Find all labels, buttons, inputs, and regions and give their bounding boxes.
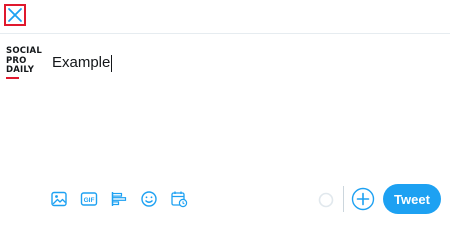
logo-line-3: DAILY xyxy=(6,65,35,75)
compose-header xyxy=(0,0,450,34)
text-caret xyxy=(111,54,113,72)
toolbar-divider xyxy=(343,186,344,212)
schedule-icon xyxy=(171,191,188,208)
image-icon xyxy=(51,191,67,207)
svg-text:GIF: GIF xyxy=(84,197,95,204)
emoji-icon xyxy=(141,191,157,207)
add-gif-button[interactable]: GIF xyxy=(78,188,100,210)
add-emoji-button[interactable] xyxy=(138,188,160,210)
schedule-button[interactable] xyxy=(168,188,190,210)
close-icon xyxy=(8,8,22,22)
account-logo[interactable]: SOCIAL PRO DAILY xyxy=(6,46,44,79)
plus-circle-icon xyxy=(351,187,375,211)
compose-text: Example xyxy=(52,54,111,71)
tweet-button[interactable]: Tweet xyxy=(383,184,441,214)
tweet-compose-input[interactable]: Example xyxy=(52,52,113,74)
logo-underline xyxy=(6,76,19,79)
add-tweet-button[interactable] xyxy=(351,187,375,211)
add-image-button[interactable] xyxy=(48,188,70,210)
add-poll-button[interactable] xyxy=(108,188,130,210)
character-counter-icon xyxy=(318,192,334,208)
gif-icon: GIF xyxy=(80,192,98,206)
close-button[interactable] xyxy=(4,4,26,26)
poll-icon xyxy=(111,192,127,206)
